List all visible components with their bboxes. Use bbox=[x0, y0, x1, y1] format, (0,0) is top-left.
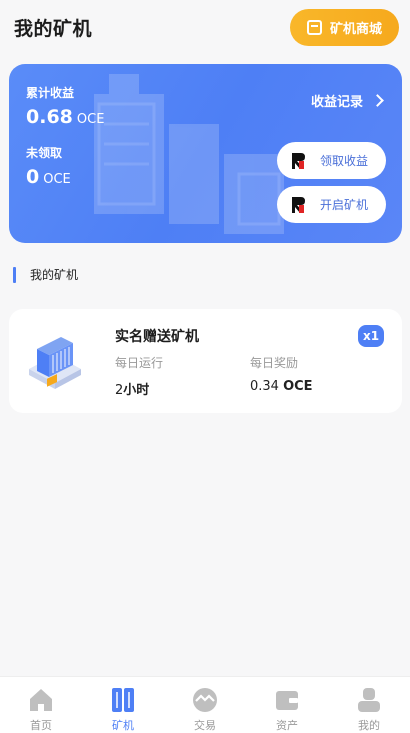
brand-logo-icon bbox=[292, 152, 305, 169]
daily-reward-label: 每日奖励 bbox=[250, 356, 299, 370]
page-title: 我的矿机 bbox=[14, 18, 93, 40]
daily-reward-unit: OCE bbox=[283, 379, 313, 394]
daily-reward-amount: 0.34 bbox=[250, 379, 279, 394]
miner-shop-label: 矿机商城 bbox=[329, 22, 382, 37]
brand-logo-icon bbox=[292, 196, 305, 213]
wallet-icon bbox=[276, 691, 298, 710]
unclaimed-amount: 0 bbox=[26, 166, 40, 188]
earnings-records-link[interactable]: 收益记录 bbox=[310, 91, 384, 110]
daily-run-unit: 小时 bbox=[123, 383, 150, 398]
start-miner-button[interactable]: 开启矿机 bbox=[277, 186, 386, 223]
earnings-card: 累计收益 0.68 OCE 未领取 0 OCE 收益记录 领取收益 开启矿机 bbox=[9, 64, 402, 243]
header: 我的矿机 矿机商城 bbox=[0, 0, 410, 56]
claim-earnings-label: 领取收益 bbox=[320, 154, 369, 168]
total-earnings-amount: 0.68 bbox=[26, 106, 73, 128]
trade-icon bbox=[193, 688, 217, 712]
unclaimed-label: 未领取 bbox=[26, 146, 63, 160]
section-title: 我的矿机 bbox=[13, 266, 78, 283]
daily-reward-value: 0.34 OCE bbox=[250, 379, 313, 394]
nav-item-miner[interactable]: 矿机 bbox=[82, 677, 164, 733]
earnings-records-label: 收益记录 bbox=[310, 95, 363, 110]
nav-item-home[interactable]: 首页 bbox=[0, 677, 82, 733]
user-icon bbox=[358, 688, 380, 712]
daily-run-value: 2小时 bbox=[115, 379, 149, 398]
total-earnings-value: 0.68 OCE bbox=[26, 106, 104, 128]
total-earnings-unit: OCE bbox=[76, 112, 105, 127]
bottom-nav: 首页 矿机 交易 资产 我的 bbox=[0, 676, 410, 733]
miner-name: 实名赠送矿机 bbox=[115, 329, 199, 345]
nav-label-assets: 资产 bbox=[276, 719, 298, 732]
miner-illustration bbox=[29, 337, 81, 389]
nav-item-trade[interactable]: 交易 bbox=[164, 677, 246, 733]
total-earnings-label: 累计收益 bbox=[26, 86, 75, 100]
section-accent-bar bbox=[13, 266, 16, 283]
nav-item-profile[interactable]: 我的 bbox=[328, 677, 410, 733]
nav-label-home: 首页 bbox=[30, 719, 52, 732]
nav-label-miner: 矿机 bbox=[112, 719, 134, 732]
miner-shop-button[interactable]: 矿机商城 bbox=[290, 9, 399, 46]
start-miner-label: 开启矿机 bbox=[320, 198, 369, 212]
quantity-badge: x1 bbox=[358, 325, 384, 347]
nav-label-trade: 交易 bbox=[194, 719, 216, 732]
unclaimed-value: 0 OCE bbox=[26, 166, 71, 188]
unclaimed-unit: OCE bbox=[43, 172, 71, 187]
nav-item-assets[interactable]: 资产 bbox=[246, 677, 328, 733]
chevron-right-icon bbox=[371, 94, 384, 107]
home-icon bbox=[30, 689, 52, 711]
daily-run-label: 每日运行 bbox=[115, 356, 164, 370]
shop-icon bbox=[306, 20, 322, 35]
miner-icon bbox=[112, 688, 134, 712]
miner-card[interactable]: 实名赠送矿机 x1 每日运行 2小时 每日奖励 0.34 OCE bbox=[9, 309, 402, 413]
claim-earnings-button[interactable]: 领取收益 bbox=[277, 142, 386, 179]
section-title-text: 我的矿机 bbox=[30, 268, 79, 282]
nav-label-profile: 我的 bbox=[358, 719, 380, 732]
